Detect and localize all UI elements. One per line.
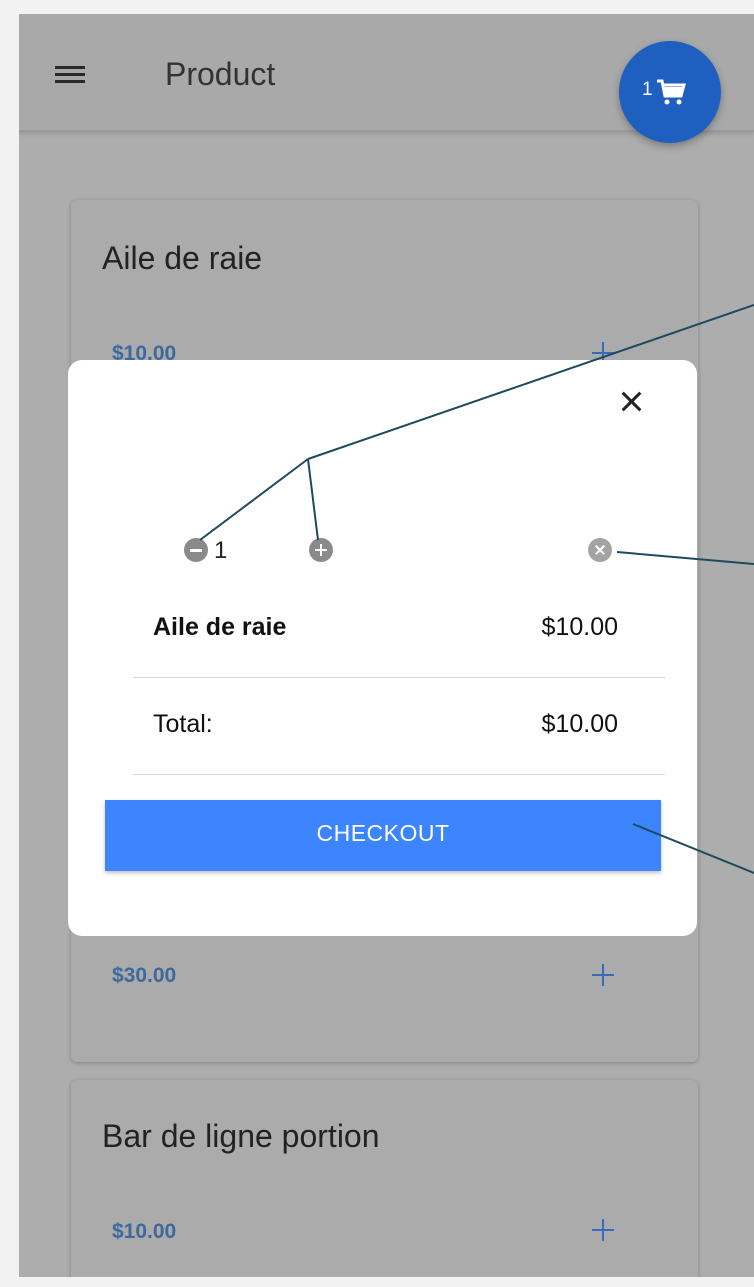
callout-line [307, 304, 754, 460]
callout-line [307, 458, 319, 541]
callout-line [199, 458, 309, 541]
callout-lines [199, 304, 754, 874]
callout-line [632, 823, 754, 874]
callout-line [616, 551, 754, 565]
